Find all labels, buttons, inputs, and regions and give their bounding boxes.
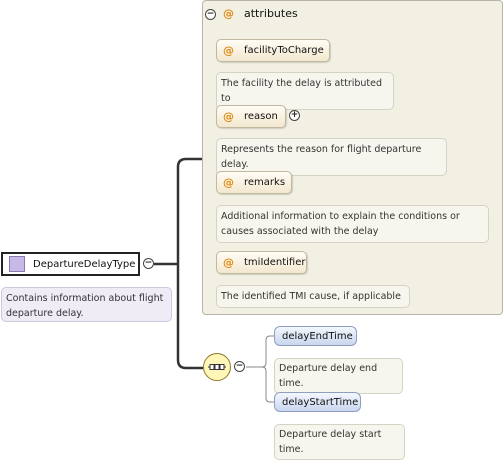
attribute-marker-icon: @	[223, 256, 234, 269]
element-documentation: Departure delay start time.	[274, 424, 405, 460]
attributes-title: attributes	[244, 7, 298, 20]
element-delay-start-time[interactable]: delayStartTime	[274, 392, 361, 412]
attribute-name: reason	[244, 111, 278, 122]
attribute-marker-icon: @	[223, 176, 234, 189]
expand-icon[interactable]: +	[289, 110, 300, 121]
sequence-icon	[208, 364, 226, 370]
attribute-reason[interactable]: @ reason	[216, 105, 286, 128]
element-delay-end-time[interactable]: delayEndTime	[274, 326, 357, 346]
element-name: delayStartTime	[282, 396, 359, 408]
attribute-marker-icon: @	[223, 7, 234, 20]
complex-type-icon	[9, 256, 25, 272]
attribute-name: facilityToCharge	[244, 45, 324, 56]
attribute-name: tmiIdentifier	[244, 257, 306, 268]
type-node[interactable]: DepartureDelayType	[1, 252, 140, 276]
attributes-header: @ attributes	[223, 7, 298, 20]
sequence-collapse-icon[interactable]: −	[234, 361, 245, 372]
attribute-remarks[interactable]: @ remarks	[216, 171, 292, 194]
attribute-marker-icon: @	[223, 44, 234, 57]
element-name: delayEndTime	[282, 330, 353, 342]
sequence-compositor-icon[interactable]	[203, 353, 231, 381]
attribute-name: remarks	[244, 177, 286, 188]
type-name: DepartureDelayType	[33, 258, 136, 270]
type-documentation: Contains information about flight depart…	[1, 287, 172, 322]
attribute-marker-icon: @	[223, 110, 234, 123]
type-collapse-icon[interactable]: −	[143, 258, 154, 269]
attributes-collapse-icon[interactable]: −	[205, 9, 216, 20]
attribute-facility-to-charge[interactable]: @ facilityToCharge	[216, 39, 330, 62]
element-documentation: Departure delay end time.	[274, 358, 403, 394]
attribute-documentation: The identified TMI cause, if applicable	[216, 285, 410, 308]
attribute-tmi-identifier[interactable]: @ tmiIdentifier	[216, 251, 307, 274]
attribute-documentation: Additional information to explain the co…	[216, 205, 489, 243]
